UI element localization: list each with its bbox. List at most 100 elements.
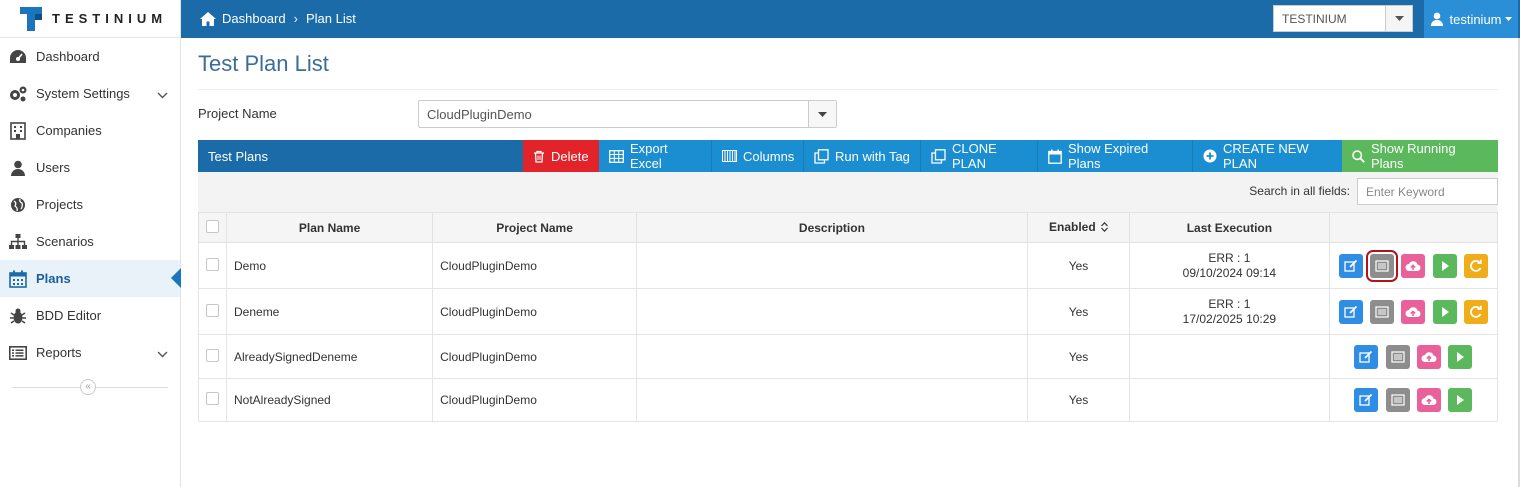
column-plan-name[interactable]: Plan Name: [225, 212, 434, 243]
rerun-button[interactable]: [1463, 299, 1488, 324]
plan-name-cell[interactable]: NotAlreadySigned: [225, 378, 434, 422]
sidebar-item-label: System Settings: [36, 86, 130, 101]
description-cell: [635, 288, 1028, 335]
row-checkbox[interactable]: [206, 257, 219, 271]
cloud-upload-icon: [1405, 306, 1421, 317]
home-icon[interactable]: [200, 11, 216, 26]
actions-cell: [1328, 378, 1499, 422]
upload-button[interactable]: [1416, 344, 1441, 369]
enabled-cell: Yes: [1026, 378, 1131, 422]
sidebar-item-label: Plans: [36, 271, 71, 286]
plan-logs-button[interactable]: [1385, 388, 1410, 412]
description-cell: [635, 242, 1028, 289]
rerun-button[interactable]: [1463, 253, 1488, 278]
actions-cell: [1328, 334, 1499, 379]
search-input[interactable]: [1357, 178, 1498, 205]
cloud-upload-icon: [1421, 395, 1437, 406]
gears-icon: [8, 85, 28, 103]
sidebar-item-system-settings[interactable]: System Settings: [0, 75, 180, 112]
plan-logs-button[interactable]: [1385, 344, 1410, 369]
select-all-checkbox[interactable]: [206, 219, 219, 233]
column-enabled[interactable]: Enabled: [1026, 212, 1131, 243]
edit-icon: [1343, 259, 1357, 272]
organization-select[interactable]: TESTINIUM: [1273, 5, 1413, 32]
row-checkbox[interactable]: [206, 392, 219, 405]
clone-plan-button[interactable]: CLONE PLAN: [920, 140, 1037, 172]
run-plan-button[interactable]: [1432, 299, 1457, 324]
plan-logs-button[interactable]: [1365, 249, 1398, 282]
plus-circle-icon: [1203, 149, 1223, 163]
table-icon: [609, 149, 630, 163]
table-row[interactable]: NotAlreadySigned CloudPluginDemo Yes: [198, 378, 1499, 422]
sidebar-item-scenarios[interactable]: Scenarios: [0, 223, 180, 260]
cloud-upload-icon: [1421, 351, 1437, 362]
column-last-execution[interactable]: Last Execution: [1129, 212, 1330, 243]
test-plans-toolbar: Test Plans Delete Export Excel Columns R…: [198, 140, 1498, 172]
export-excel-button[interactable]: Export Excel: [599, 140, 711, 172]
edit-icon: [1359, 393, 1373, 406]
sidebar-item-users[interactable]: Users: [0, 149, 180, 186]
plan-name-cell[interactable]: Deneme: [225, 288, 434, 335]
sidebar-item-label: Projects: [36, 197, 83, 212]
edit-plan-button[interactable]: [1338, 299, 1363, 324]
show-running-plans-button[interactable]: Show Running Plans: [1342, 140, 1498, 172]
upload-button[interactable]: [1416, 388, 1441, 412]
logo[interactable]: TESTINIUM: [0, 0, 180, 38]
run-plan-button[interactable]: [1448, 344, 1473, 369]
table-row[interactable]: Deneme CloudPluginDemo Yes ERR : 1 17/02…: [198, 288, 1499, 335]
sidebar-item-plans[interactable]: Plans: [0, 260, 181, 297]
bug-icon: [8, 307, 28, 325]
columns-button[interactable]: Columns: [711, 140, 803, 172]
run-with-tag-label: Run with Tag: [835, 148, 910, 164]
edit-plan-button[interactable]: [1354, 388, 1379, 412]
sidebar-item-dashboard[interactable]: Dashboard: [0, 38, 180, 75]
sort-icon[interactable]: [1101, 221, 1108, 235]
sidebar: TESTINIUM Dashboard System Settings Comp…: [0, 0, 181, 487]
sidebar-item-label: Scenarios: [36, 234, 94, 249]
upload-button[interactable]: [1401, 299, 1426, 324]
run-with-tag-button[interactable]: Run with Tag: [803, 140, 920, 172]
edit-plan-button[interactable]: [1338, 253, 1363, 278]
run-plan-button[interactable]: [1448, 388, 1473, 412]
calendar-icon: [1048, 149, 1068, 164]
sidebar-item-reports[interactable]: Reports: [0, 334, 180, 371]
create-new-plan-button[interactable]: CREATE NEW PLAN: [1192, 140, 1342, 172]
breadcrumb-dashboard[interactable]: Dashboard: [222, 11, 286, 26]
column-project-name[interactable]: Project Name: [432, 212, 637, 243]
project-select-value: CloudPluginDemo: [427, 107, 532, 122]
sidebar-item-bdd-editor[interactable]: BDD Editor: [0, 297, 180, 334]
sidebar-item-companies[interactable]: Companies: [0, 112, 180, 149]
actions-cell: [1328, 288, 1499, 335]
edit-plan-button[interactable]: [1354, 344, 1379, 369]
caret-down-icon[interactable]: [1385, 6, 1412, 31]
plan-logs-button[interactable]: [1369, 299, 1394, 324]
list-icon: [1391, 350, 1405, 363]
show-running-plans-label: Show Running Plans: [1371, 141, 1456, 171]
copy-icon: [931, 148, 952, 164]
collapse-sidebar-icon[interactable]: «: [80, 379, 96, 395]
refresh-icon: [1470, 305, 1482, 318]
show-expired-plans-button[interactable]: Show Expired Plans: [1037, 140, 1192, 172]
project-select[interactable]: CloudPluginDemo: [418, 100, 837, 128]
toolbar-title: Test Plans: [208, 149, 268, 164]
user-menu-button[interactable]: testinium: [1424, 0, 1518, 38]
upload-button[interactable]: [1401, 253, 1426, 278]
table-row[interactable]: Demo CloudPluginDemo Yes ERR : 1 09/10/2…: [198, 242, 1499, 289]
calendar-icon: [8, 270, 28, 288]
logo-text: TESTINIUM: [52, 11, 168, 26]
execution-date: 09/10/2024 09:14: [1182, 265, 1277, 280]
top-bar: Dashboard › Plan List TESTINIUM testiniu…: [181, 0, 1520, 38]
table-row[interactable]: AlreadySignedDeneme CloudPluginDemo Yes: [198, 334, 1499, 379]
plan-name-cell[interactable]: Demo: [225, 242, 434, 289]
column-description[interactable]: Description: [635, 212, 1028, 243]
run-plan-button[interactable]: [1432, 253, 1457, 278]
plan-name-cell[interactable]: AlreadySignedDeneme: [225, 334, 434, 379]
caret-down-icon[interactable]: [808, 101, 836, 127]
row-checkbox[interactable]: [206, 348, 219, 362]
sidebar-item-projects[interactable]: Projects: [0, 186, 180, 223]
table-header-row: Plan Name Project Name Description Enabl…: [198, 212, 1499, 243]
delete-button[interactable]: Delete: [523, 140, 599, 172]
enabled-cell: Yes: [1026, 242, 1131, 289]
row-checkbox[interactable]: [206, 303, 219, 317]
edit-icon: [1359, 350, 1373, 363]
